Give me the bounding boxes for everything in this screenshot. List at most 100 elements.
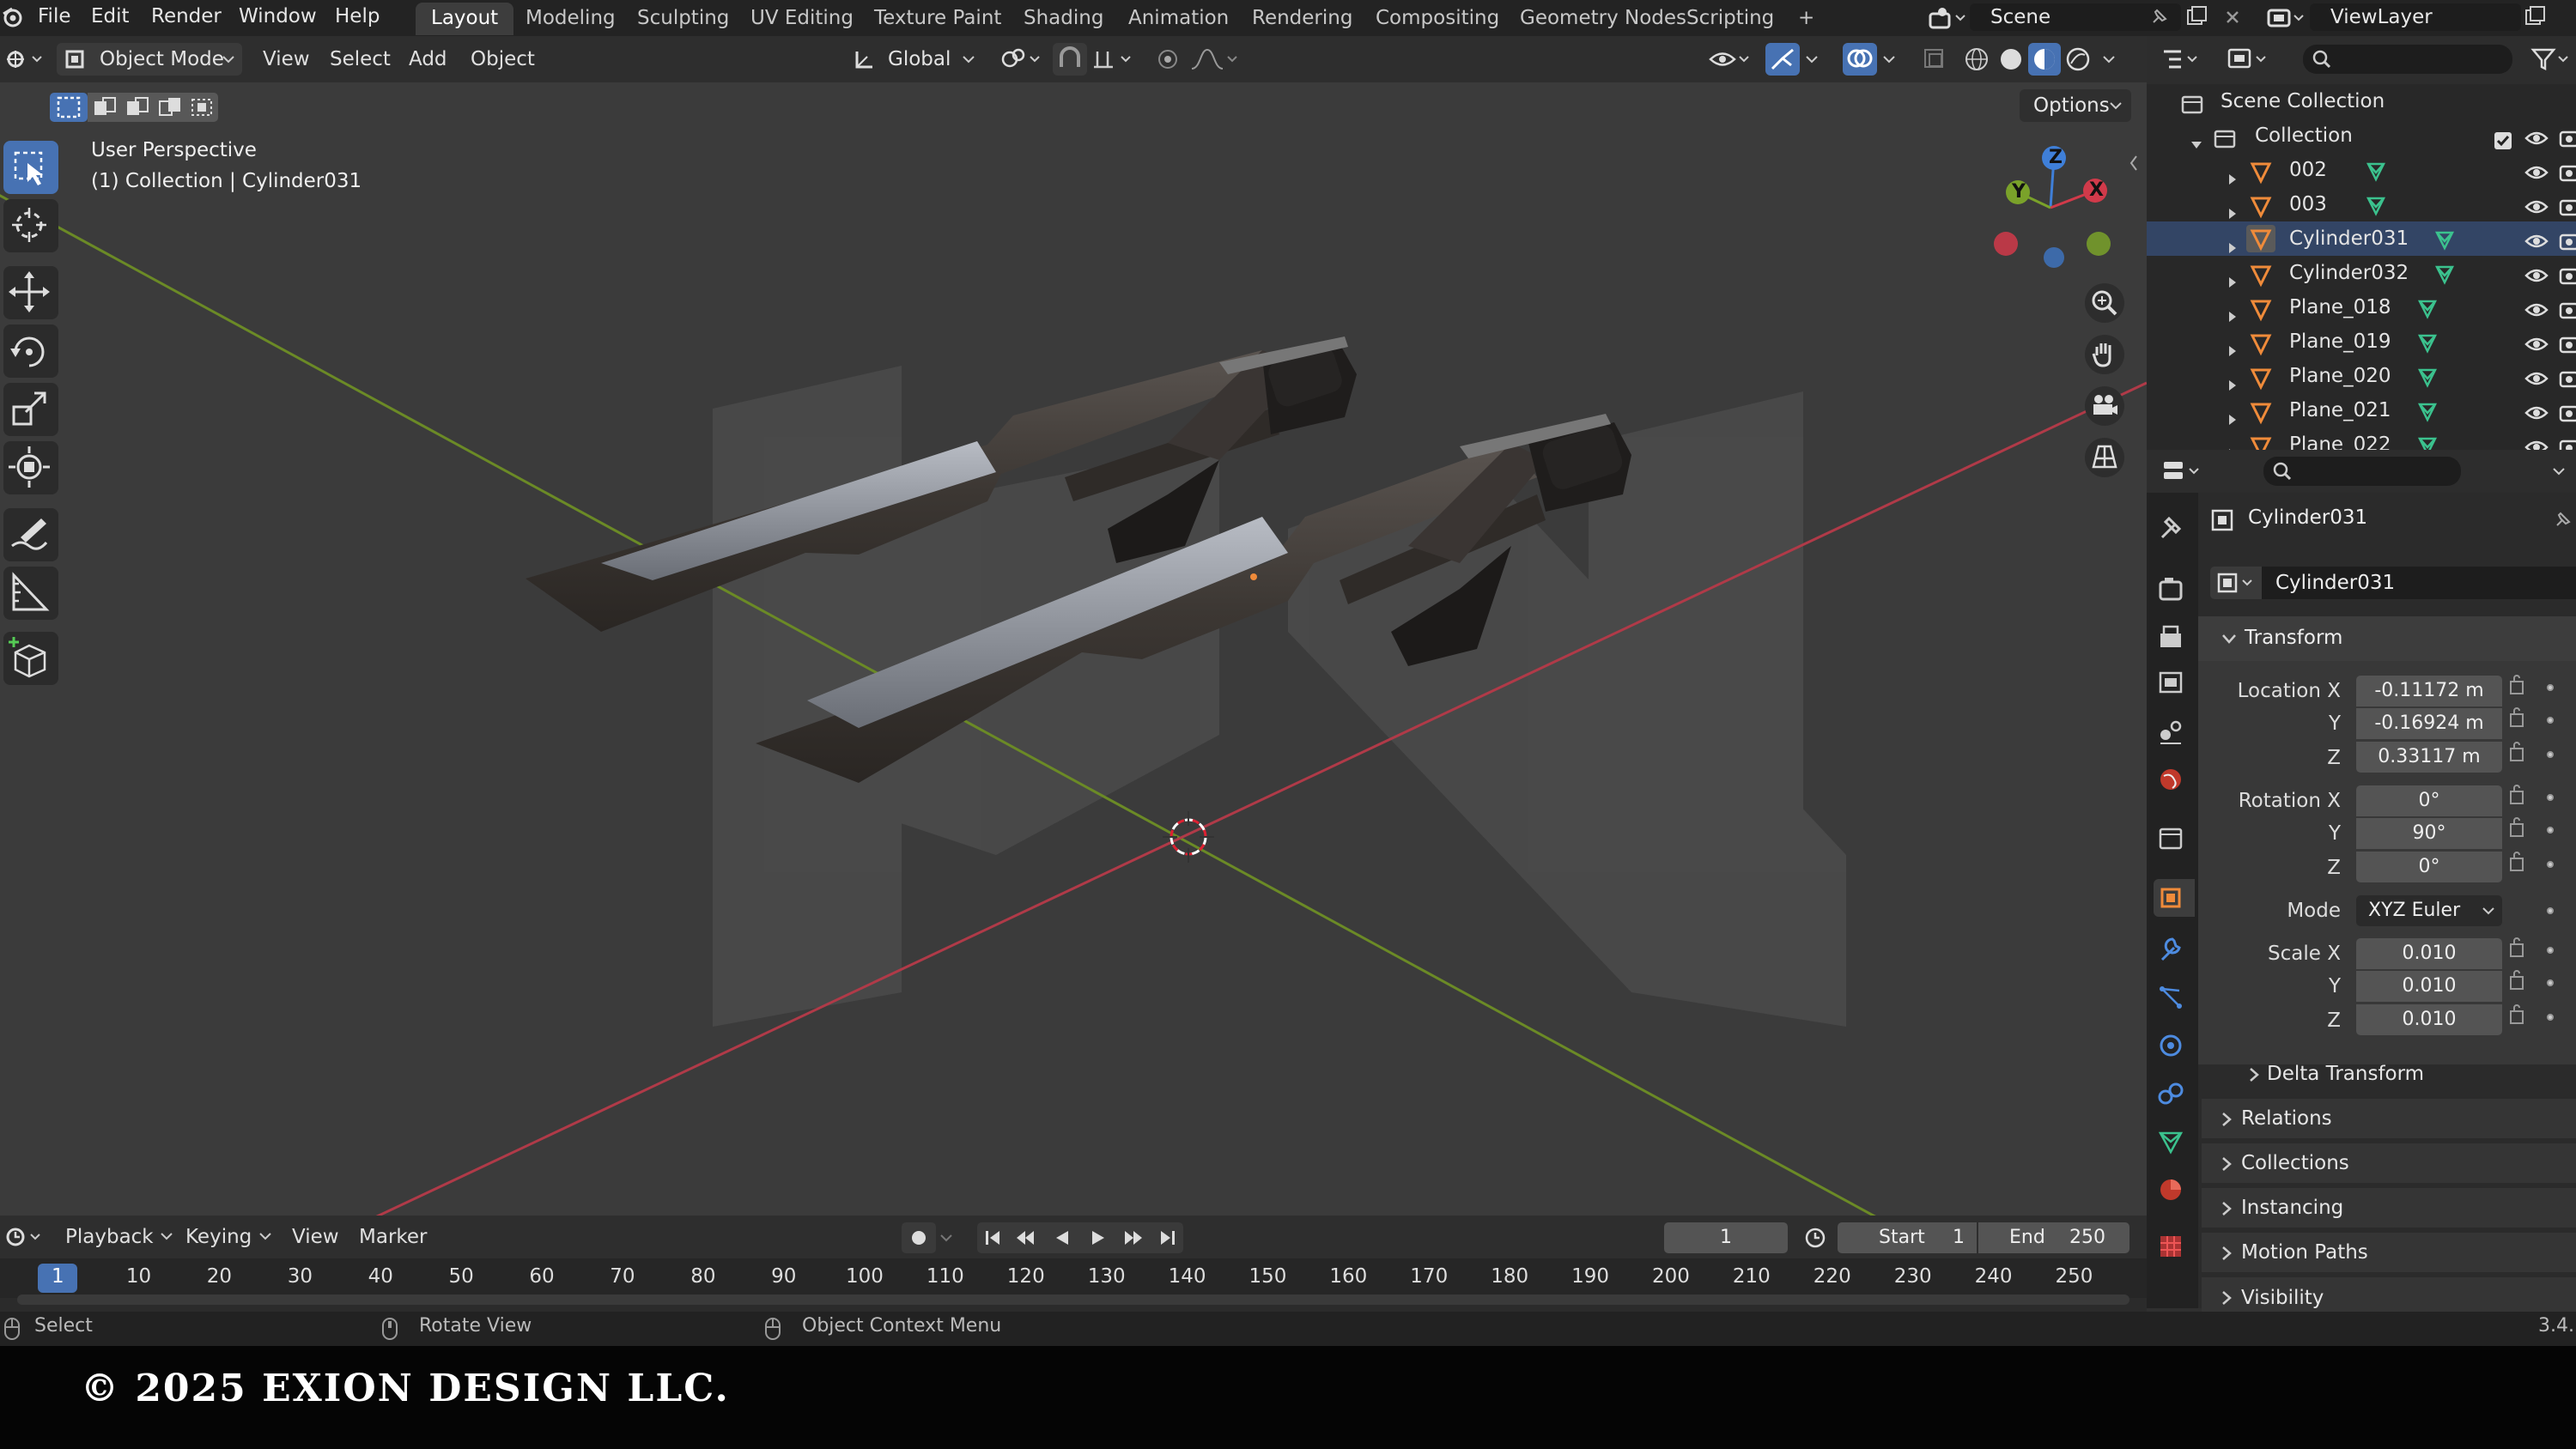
tab-rendering[interactable]: Rendering [1236, 3, 1368, 35]
outliner-item[interactable]: Plane_021 [2147, 393, 2576, 427]
preview-range-icon[interactable] [1800, 1222, 1831, 1253]
menu-timeline-view[interactable]: View [283, 1221, 348, 1253]
perspective-toggle-icon[interactable] [2085, 438, 2124, 477]
eye-icon[interactable] [2524, 434, 2549, 450]
tool-tab-icon[interactable] [2154, 510, 2188, 548]
shading-material-icon[interactable] [2028, 43, 2061, 76]
menu-marker[interactable]: Marker [350, 1221, 436, 1253]
object-name-field[interactable]: Cylinder031 [2262, 567, 2576, 599]
scene-collection-row[interactable]: Scene Collection [2147, 84, 2576, 118]
move-tool-icon[interactable] [3, 266, 58, 319]
start-frame-field[interactable]: Start 1 [1838, 1222, 1977, 1253]
outliner-item[interactable]: Cylinder032 [2147, 256, 2576, 290]
render-tab-icon[interactable] [2154, 570, 2188, 608]
tab-sculpting[interactable]: Sculpting [622, 3, 744, 35]
menu-file[interactable]: File [26, 0, 83, 36]
snap-target-icon[interactable] [1089, 45, 1142, 74]
add-workspace-button[interactable]: + [1791, 3, 1821, 35]
pin-icon[interactable] [2148, 7, 2169, 27]
cursor-tool-icon[interactable] [3, 199, 58, 252]
zoom-icon[interactable] [2085, 283, 2124, 323]
outliner-item[interactable]: 002 [2147, 153, 2576, 187]
relations-panel[interactable]: Relations [2202, 1099, 2576, 1138]
new-scene-icon[interactable] [2184, 5, 2208, 29]
menu-select[interactable]: Select [321, 43, 399, 76]
auto-keying-icon[interactable] [902, 1222, 936, 1253]
material-tab-icon[interactable] [2154, 1171, 2188, 1209]
rotation-mode-dropdown[interactable]: XYZ Euler [2356, 895, 2502, 926]
proportional-edit-icon[interactable] [1151, 45, 1185, 74]
outliner-item[interactable]: Plane_022 [2147, 427, 2576, 450]
visibility-panel[interactable]: Visibility [2202, 1277, 2576, 1312]
tab-shading[interactable]: Shading [1008, 3, 1119, 35]
display-mode-icon[interactable] [2226, 45, 2274, 74]
timeline-scrollbar[interactable] [17, 1294, 2129, 1305]
tab-scripting[interactable]: Scripting [1671, 3, 1789, 35]
add-cube-tool-icon[interactable] [3, 632, 58, 685]
output-tab-icon[interactable] [2154, 618, 2188, 656]
location-y-field[interactable]: -0.16924 m [2356, 708, 2502, 739]
outliner-item[interactable]: Plane_019 [2147, 324, 2576, 359]
delta-transform-subpanel[interactable]: Delta Transform [2241, 1058, 2550, 1092]
select-mode-intersect-icon[interactable] [185, 93, 218, 122]
properties-editor-type-icon[interactable] [2160, 457, 2208, 486]
object-browse-icon[interactable] [2210, 567, 2262, 599]
menu-window[interactable]: Window [227, 0, 329, 36]
outliner-item[interactable]: Plane_020 [2147, 359, 2576, 393]
menu-keying[interactable]: Keying [177, 1221, 281, 1253]
menu-edit[interactable]: Edit [79, 0, 142, 36]
filter-icon[interactable] [2528, 45, 2571, 74]
camera-view-icon[interactable] [2085, 386, 2124, 426]
timeline-editor-type-icon[interactable] [3, 1222, 46, 1252]
scale-tool-icon[interactable] [3, 383, 58, 436]
instancing-panel[interactable]: Instancing [2202, 1188, 2576, 1228]
view-layer-field[interactable]: ViewLayer [2310, 3, 2521, 31]
transform-tool-icon[interactable] [3, 441, 58, 494]
end-frame-field[interactable]: End 250 [1978, 1222, 2129, 1253]
xray-toggle-icon[interactable] [1920, 45, 1949, 74]
shading-wireframe-icon[interactable] [1961, 45, 1992, 74]
pan-hand-icon[interactable] [2085, 335, 2124, 374]
select-mode-extend-icon[interactable] [88, 93, 120, 122]
annotate-tool-icon[interactable] [3, 508, 58, 561]
collection-row[interactable]: Collection [2147, 118, 2576, 153]
properties-search-input[interactable] [2263, 457, 2461, 486]
scale-x-field[interactable]: 0.010 [2356, 938, 2502, 969]
pin-icon[interactable] [2552, 510, 2573, 536]
object-mode-dropdown[interactable]: Object Mode [57, 43, 242, 76]
snap-toggle-icon[interactable] [1053, 43, 1087, 76]
overlay-dropdown-icon[interactable] [1880, 43, 1901, 76]
texture-tab-icon[interactable] [2154, 1228, 2188, 1265]
3d-cursor-icon[interactable] [1163, 811, 1214, 863]
measure-tool-icon[interactable] [3, 567, 58, 620]
tab-layout[interactable]: Layout [416, 3, 514, 35]
visibility-filter-icon[interactable] [1707, 45, 1755, 74]
options-dropdown[interactable]: Options [2020, 89, 2131, 122]
gizmo-dropdown-icon[interactable] [1803, 43, 1824, 76]
select-box-tool-icon[interactable] [3, 141, 58, 194]
navigation-gizmo[interactable]: Z X Y [1989, 142, 2111, 271]
3d-viewport[interactable]: User Perspective (1) Collection | Cylind… [0, 82, 2148, 1226]
tab-animation[interactable]: Animation [1113, 3, 1244, 35]
scale-z-field[interactable]: 0.010 [2356, 1004, 2502, 1035]
new-view-layer-icon[interactable] [2523, 5, 2547, 29]
transform-panel-header[interactable]: Transform [2198, 616, 2576, 661]
mesh-data-icon[interactable] [2416, 434, 2439, 450]
menu-view[interactable]: View [254, 43, 319, 76]
shading-solid-icon[interactable] [1996, 45, 2026, 74]
shading-dropdown-icon[interactable] [2100, 43, 2121, 76]
rotation-y-field[interactable]: 90° [2356, 818, 2502, 849]
delete-scene-icon[interactable] [2222, 7, 2243, 27]
menu-object[interactable]: Object [462, 43, 544, 76]
editor-type-icon[interactable] [3, 45, 48, 74]
menu-playback[interactable]: Playback [57, 1221, 182, 1253]
outliner-item[interactable]: 003 [2147, 187, 2576, 221]
location-z-field[interactable]: 0.33117 m [2356, 742, 2502, 773]
properties-dropdown-icon[interactable] [2550, 457, 2571, 486]
select-mode-invert-icon[interactable] [153, 93, 185, 122]
tab-compositing[interactable]: Compositing [1360, 3, 1515, 35]
menu-help[interactable]: Help [323, 0, 392, 36]
view-layer-icon[interactable] [2267, 5, 2305, 31]
motion-paths-panel[interactable]: Motion Paths [2202, 1233, 2576, 1272]
outliner-item-selected[interactable]: Cylinder031 [2147, 221, 2576, 256]
